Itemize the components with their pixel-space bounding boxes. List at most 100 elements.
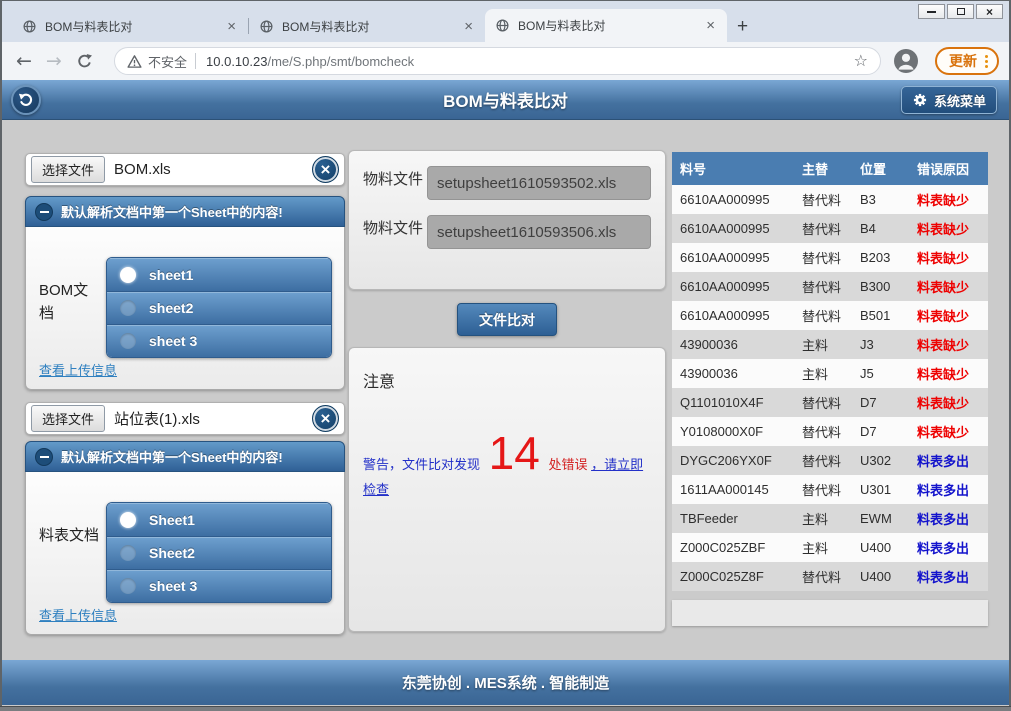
table-row: 43900036主料J5料表缺少 bbox=[672, 359, 988, 388]
footer-text: 东莞协创 . MES系统 . 智能制造 bbox=[402, 672, 610, 693]
sheet-option[interactable]: Sheet1 bbox=[107, 503, 331, 536]
tab-close-icon[interactable]: × bbox=[460, 19, 477, 34]
cell-pos: U302 bbox=[852, 446, 909, 475]
reload-icon[interactable] bbox=[76, 53, 93, 70]
radio-icon bbox=[120, 333, 136, 349]
cell-role: 替代料 bbox=[794, 475, 852, 504]
material-sheet-panel: 默认解析文档中第一个Sheet中的内容! 料表文档 Sheet1Sheet2sh… bbox=[25, 441, 345, 635]
cell-reason: 料表多出 bbox=[909, 446, 988, 475]
browser-tab-bar: BOM与料表比对×BOM与料表比对×BOM与料表比对× + × bbox=[2, 1, 1009, 42]
choose-file-button[interactable]: 选择文件 bbox=[31, 405, 105, 432]
cell-reason: 料表缺少 bbox=[909, 243, 988, 272]
station-file-input: 选择文件 站位表(1).xls × bbox=[25, 402, 345, 435]
page-title: BOM与料表比对 bbox=[2, 80, 1009, 119]
close-icon: × bbox=[986, 6, 993, 18]
browser-tab[interactable]: BOM与料表比对× bbox=[249, 11, 485, 42]
cell-pos: B3 bbox=[852, 185, 909, 214]
table-row: 6610AA000995替代料B300料表缺少 bbox=[672, 272, 988, 301]
warning-message: 警告，文件比对发现 14 处错误 ，请立即检查 bbox=[363, 430, 655, 502]
close-button[interactable]: × bbox=[976, 4, 1003, 19]
cell-reason: 料表缺少 bbox=[909, 185, 988, 214]
table-row: Y0108000X0F替代料D7料表缺少 bbox=[672, 417, 988, 446]
cell-role: 主料 bbox=[794, 504, 852, 533]
window-border bbox=[0, 0, 1011, 1]
cell-part: 6610AA000995 bbox=[672, 301, 794, 330]
bookmark-star-icon[interactable]: ☆ bbox=[854, 53, 868, 69]
panel-header[interactable]: 默认解析文档中第一个Sheet中的内容! bbox=[25, 196, 345, 227]
bom-doc-label: BOM文档 bbox=[39, 279, 101, 326]
cell-part: 1611AA000145 bbox=[672, 475, 794, 504]
bom-filename: BOM.xls bbox=[114, 161, 171, 178]
cell-reason: 料表缺少 bbox=[909, 301, 988, 330]
system-menu-button[interactable]: 系统菜单 bbox=[901, 86, 997, 114]
browser-tab[interactable]: BOM与料表比对× bbox=[12, 11, 248, 42]
cell-role: 替代料 bbox=[794, 446, 852, 475]
tab-close-icon[interactable]: × bbox=[702, 18, 719, 33]
cell-reason: 料表缺少 bbox=[909, 359, 988, 388]
browser-tab[interactable]: BOM与料表比对× bbox=[485, 9, 727, 42]
tab-close-icon[interactable]: × bbox=[223, 19, 240, 34]
cell-role: 替代料 bbox=[794, 185, 852, 214]
cell-part: DYGC206YX0F bbox=[672, 446, 794, 475]
tab-title: BOM与料表比对 bbox=[518, 17, 702, 34]
back-nav-icon[interactable]: ← bbox=[16, 52, 32, 71]
table-row: 6610AA000995替代料B501料表缺少 bbox=[672, 301, 988, 330]
window-controls: × bbox=[918, 4, 1003, 19]
clear-file-icon[interactable]: × bbox=[312, 405, 339, 432]
panel-title: 默认解析文档中第一个Sheet中的内容! bbox=[61, 447, 283, 466]
sheet-option[interactable]: Sheet2 bbox=[107, 536, 331, 569]
tab-title: BOM与料表比对 bbox=[282, 18, 460, 35]
cell-reason: 料表多出 bbox=[909, 533, 988, 562]
cell-pos: B203 bbox=[852, 243, 909, 272]
table-footer-strip bbox=[672, 600, 988, 626]
error-table-body: 6610AA000995替代料B3料表缺少6610AA000995替代料B4料表… bbox=[672, 185, 988, 591]
maximize-button[interactable] bbox=[947, 4, 974, 19]
forward-nav-icon[interactable]: → bbox=[46, 52, 62, 71]
minimize-button[interactable] bbox=[918, 4, 945, 19]
sheet-option[interactable]: sheet1 bbox=[107, 258, 331, 291]
panel-header[interactable]: 默认解析文档中第一个Sheet中的内容! bbox=[25, 441, 345, 472]
material-file-label: 物料文件 bbox=[363, 215, 427, 241]
col-header-part: 料号 bbox=[672, 152, 794, 185]
sheet-label: sheet2 bbox=[149, 300, 193, 316]
menu-dots-icon[interactable] bbox=[985, 60, 988, 63]
sheet-option[interactable]: sheet 3 bbox=[107, 569, 331, 602]
profile-button[interactable] bbox=[893, 48, 919, 74]
sheet-option[interactable]: sheet2 bbox=[107, 291, 331, 324]
cell-part: Z000C025ZBF bbox=[672, 533, 794, 562]
sheet-option[interactable]: sheet 3 bbox=[107, 324, 331, 357]
cell-role: 替代料 bbox=[794, 243, 852, 272]
new-tab-button[interactable]: + bbox=[737, 17, 748, 36]
radio-icon bbox=[120, 300, 136, 316]
address-divider bbox=[195, 53, 196, 69]
collapse-minus-icon[interactable] bbox=[35, 448, 53, 466]
compare-files-button[interactable]: 文件比对 bbox=[457, 303, 557, 336]
cell-role: 主料 bbox=[794, 359, 852, 388]
view-upload-info-link[interactable]: 查看上传信息 bbox=[39, 360, 117, 379]
cell-pos: B4 bbox=[852, 214, 909, 243]
material-files-box: 物料文件setupsheet1610593502.xls物料文件setupshe… bbox=[348, 150, 666, 290]
browser-update-button[interactable]: 更新 bbox=[935, 47, 999, 75]
cell-part: 6610AA000995 bbox=[672, 185, 794, 214]
error-count: 14 bbox=[489, 427, 540, 479]
maximize-icon bbox=[957, 8, 965, 15]
clear-file-icon[interactable]: × bbox=[312, 156, 339, 183]
cell-reason: 料表多出 bbox=[909, 475, 988, 504]
cell-pos: U400 bbox=[852, 533, 909, 562]
cell-part: Y0108000X0F bbox=[672, 417, 794, 446]
col-header-pos: 位置 bbox=[852, 152, 909, 185]
cell-pos: B501 bbox=[852, 301, 909, 330]
choose-file-button[interactable]: 选择文件 bbox=[31, 156, 105, 183]
radio-icon bbox=[120, 578, 136, 594]
material-file-input: setupsheet1610593506.xls bbox=[427, 215, 651, 249]
material-file-rows: 物料文件setupsheet1610593502.xls物料文件setupshe… bbox=[363, 166, 651, 249]
cell-role: 替代料 bbox=[794, 417, 852, 446]
collapse-minus-icon[interactable] bbox=[35, 203, 53, 221]
globe-icon bbox=[259, 19, 274, 34]
material-file-label: 物料文件 bbox=[363, 166, 427, 192]
sheet-label: sheet 3 bbox=[149, 333, 197, 349]
address-bar[interactable]: 不安全 10.0.10.23 /me/S.php/smt/bomcheck ☆ bbox=[114, 47, 881, 75]
sheet-label: sheet1 bbox=[149, 267, 193, 283]
cell-reason: 料表缺少 bbox=[909, 214, 988, 243]
view-upload-info-link[interactable]: 查看上传信息 bbox=[39, 605, 117, 624]
